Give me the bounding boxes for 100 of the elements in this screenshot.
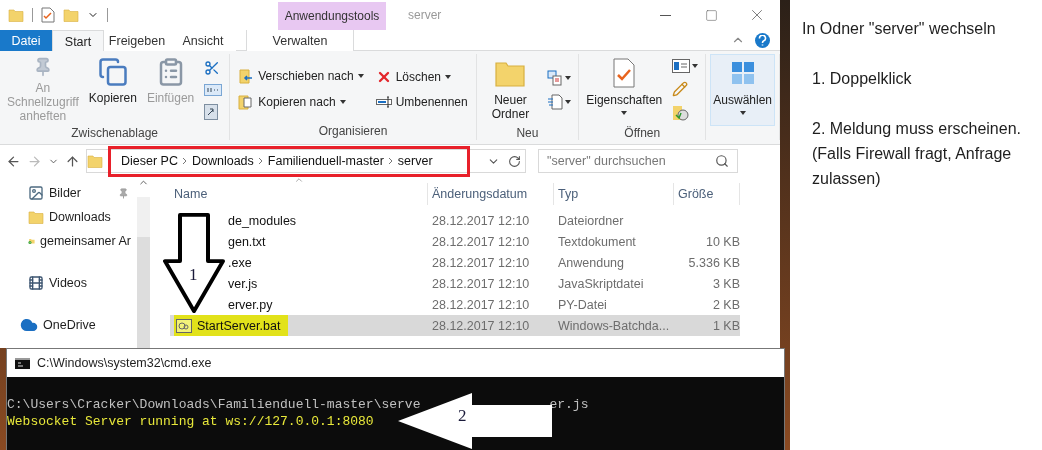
column-header[interactable]: Typ	[554, 182, 674, 205]
move-to-icon	[238, 68, 255, 84]
file-name[interactable]: gen.txt	[226, 231, 274, 252]
help-icon[interactable]	[755, 32, 770, 48]
open-icon	[672, 59, 691, 73]
date-cell-text: 28.12.2017 12:10	[431, 297, 531, 312]
search-field[interactable]: "server" durchsuchen	[538, 149, 738, 173]
type-cell-text: JavaSkriptdatei	[557, 276, 645, 291]
breadcrumb[interactable]: Familienduell-master	[263, 154, 388, 168]
breadcrumb[interactable]: Downloads	[187, 154, 258, 168]
date-cell-text: 28.12.2017 12:10	[431, 234, 531, 249]
ribbon-tab[interactable]: Verwalten	[246, 30, 354, 51]
console-icon	[15, 357, 30, 369]
date-cell-text: 28.12.2017 12:10	[431, 318, 531, 333]
up-button[interactable]	[65, 153, 80, 169]
folder-icon	[87, 153, 103, 169]
ribbon-button[interactable]: Löschen	[373, 67, 470, 87]
ribbon-tab[interactable]: Start	[52, 30, 104, 52]
new-folder-icon	[63, 7, 79, 23]
ribbon-button[interactable]: Auswählen	[710, 54, 775, 126]
new-item-icon	[547, 70, 564, 86]
ribbon-button[interactable]: Neuer Ordner	[480, 54, 541, 126]
address-bar[interactable]: Dieser PC Downloads Familienduell-master server	[86, 149, 526, 173]
folder-icon	[8, 7, 24, 23]
size-cell-text: 2 KB	[711, 297, 740, 312]
sidebar-item[interactable]: gemeinsamer Ar	[0, 229, 137, 253]
ribbon-icon-button[interactable]	[671, 58, 700, 74]
film-icon	[28, 275, 44, 291]
cloud-icon	[20, 316, 38, 334]
window-title: C:\Windows\system32\cmd.exe	[37, 356, 212, 370]
ribbon-button[interactable]: Verschieben nach	[236, 66, 366, 86]
pencil-icon	[672, 81, 689, 97]
ribbon-button[interactable]: Kopieren nach	[236, 92, 366, 112]
arrow-number: 1	[189, 265, 198, 285]
breadcrumb[interactable]: server	[393, 154, 437, 168]
column-header[interactable]: Name	[170, 182, 428, 205]
console-text: er.js	[549, 396, 589, 413]
column-header[interactable]: Größe	[674, 182, 740, 205]
instruction-text: 2. Meldung muss erscheinen. (Falls Firewall fragt, Anfrage zulassen)	[811, 119, 1022, 189]
back-button[interactable]	[6, 153, 21, 169]
sidebar-item[interactable]: Videos	[0, 271, 137, 295]
chevron-icon	[181, 157, 188, 165]
size-cell-text: 1 KB	[711, 318, 740, 333]
size-cell-text: 3 KB	[711, 276, 740, 291]
arrow-number: 2	[458, 407, 467, 424]
ribbon-button[interactable]: Kopieren	[85, 54, 140, 126]
copy-icon	[97, 57, 128, 87]
easy-access-icon	[547, 94, 564, 110]
batch-file-icon	[176, 318, 192, 333]
sort-icon	[294, 175, 304, 185]
properties-icon	[41, 7, 55, 23]
ribbon-button[interactable]: Eigenschaften	[583, 54, 666, 126]
search-icon	[715, 154, 729, 168]
group-label: Öffnen	[624, 126, 661, 140]
file-name[interactable]: ver.js	[226, 273, 266, 294]
file-name[interactable]: de_modules	[226, 210, 305, 231]
size-cell-text: 10 KB	[704, 234, 740, 249]
date-cell-text: 28.12.2017 12:10	[431, 213, 531, 228]
ribbon-button[interactable]: Umbenennen	[373, 93, 470, 111]
type-cell-text: Dateiordner	[557, 213, 625, 228]
column-header[interactable]: Änderungsdatum	[428, 182, 554, 205]
history-icon	[672, 105, 691, 121]
chevron-icon	[257, 157, 264, 165]
refresh-icon[interactable]	[508, 154, 521, 168]
type-cell-text: Textdokument	[557, 234, 637, 249]
type-cell-text: PY-Datei	[557, 297, 608, 312]
sidebar-item[interactable]: Bilder	[0, 181, 137, 205]
file-name[interactable]: .exe	[226, 252, 260, 273]
ribbon-icon-button[interactable]	[546, 93, 573, 111]
rename-icon	[375, 96, 392, 108]
scissors-icon	[204, 60, 221, 76]
sidebar-item[interactable]: OneDrive	[0, 313, 137, 337]
console-text: Websocket Server running at ws://127.0.0.1:8080	[7, 413, 374, 430]
ribbon-icon-button[interactable]	[546, 69, 573, 87]
ribbon-tab[interactable]: Datei	[0, 30, 52, 51]
file-name[interactable]: StartServer.bat	[174, 315, 289, 336]
shortcut-icon	[204, 104, 219, 120]
path-icon	[204, 84, 223, 96]
type-cell-text: Windows-Batchda...	[557, 318, 671, 333]
chevron-icon	[387, 157, 394, 165]
copy-to-icon	[238, 94, 255, 110]
maximize-icon	[704, 8, 718, 22]
type-cell-text: Anwendung	[557, 255, 626, 270]
forward-button[interactable]	[27, 153, 42, 169]
selected-row[interactable]: StartServer.bat 28.12.2017 12:10 Windows-Batchda... 1 KB	[170, 315, 740, 336]
group-label: Zwischenablage	[71, 126, 158, 140]
instruction-text: In Odner "server" wechseln	[802, 19, 997, 39]
folder-icon	[28, 209, 44, 225]
breadcrumb[interactable]: Dieser PC	[117, 154, 182, 168]
file-name[interactable]: erver.py	[226, 294, 281, 315]
group-label: Organisieren	[318, 124, 388, 140]
size-cell-text: 5.336 KB	[687, 255, 740, 270]
date-cell-text: 28.12.2017 12:10	[431, 255, 531, 270]
date-cell-text: 28.12.2017 12:10	[431, 276, 531, 291]
sidebar-item[interactable]: Downloads	[0, 205, 137, 229]
console-text: C:\Users\Cracker\Downloads\Familienduell-master\serve	[7, 396, 421, 413]
minimize-icon	[659, 14, 671, 16]
picture-icon	[28, 185, 44, 201]
context-tab-label: Anwendungstools	[278, 2, 386, 30]
window-title: server	[408, 8, 442, 22]
